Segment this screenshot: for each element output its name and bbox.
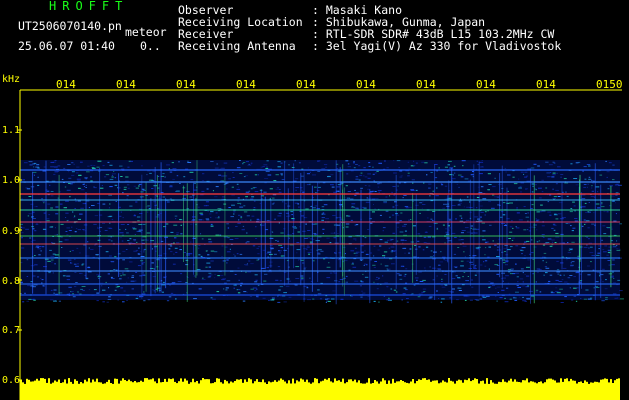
x-tick-label: 014 xyxy=(116,78,136,91)
x-tick-label: 014 xyxy=(476,78,496,91)
x-tick-label: 014 xyxy=(296,78,316,91)
y-tick-0-9: 0.9 xyxy=(2,226,21,237)
y-tick-1-0: 1.0 xyxy=(2,175,21,186)
x-tick-label: 014 xyxy=(536,78,556,91)
y-tick-0-7: 0.7 xyxy=(2,325,21,336)
x-tick-label: 0150 xyxy=(596,78,623,91)
signal-level-bars xyxy=(20,378,620,400)
x-tick-label: 014 xyxy=(236,78,256,91)
y-tick-0-8: 0.8 xyxy=(2,276,21,287)
x-tick-label: 014 xyxy=(356,78,376,91)
spectrogram xyxy=(18,89,624,400)
x-tick-label: 014 xyxy=(416,78,436,91)
x-tick-label: 014 xyxy=(56,78,76,91)
y-tick-0-6: 0.6 xyxy=(2,375,21,386)
y-unit-label: kHz xyxy=(2,74,21,85)
y-tick-1-1: 1.1 xyxy=(2,125,21,136)
x-tick-label: 014 xyxy=(176,78,196,91)
